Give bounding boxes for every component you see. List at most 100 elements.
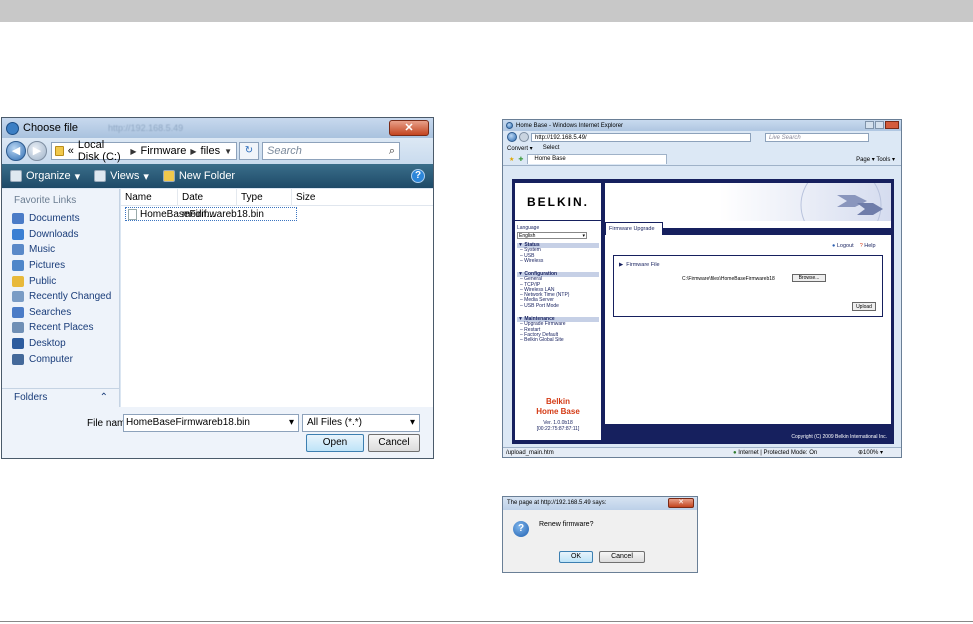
sidebar-item-label: Searches (29, 306, 72, 318)
sidebar-item-searches[interactable]: Searches (2, 305, 119, 321)
new-folder-button[interactable]: New Folder (162, 170, 235, 182)
file-name-value: HomeBaseFirmwareb18.bin (126, 417, 250, 428)
chevron-up-icon[interactable]: ⌃ (100, 392, 108, 403)
cancel-button[interactable]: Cancel (599, 551, 645, 563)
forward-button[interactable]: ▶ (27, 141, 47, 161)
maximize-button[interactable] (875, 121, 884, 129)
brand-line-1: Belkin (545, 397, 570, 406)
column-type[interactable]: Type (237, 188, 292, 206)
help-link[interactable]: ? Help (860, 243, 876, 249)
views-button[interactable]: Views ▾ (94, 170, 149, 183)
refresh-icon[interactable]: ↻ (239, 142, 259, 160)
views-label: Views (110, 170, 140, 182)
cancel-button[interactable]: Cancel (368, 434, 420, 452)
language-select[interactable]: English ▾ (517, 232, 587, 239)
chevron-down-icon[interactable]: ▾ (410, 415, 415, 431)
file-name-field[interactable]: HomeBaseFirmwareb18.bin ▾ (123, 414, 299, 432)
back-button[interactable]: ◀ (6, 141, 26, 161)
convert-button[interactable]: Convert ▾ (507, 145, 533, 152)
dialog-title-bar: Choose file http://192.168.5.49 (2, 118, 433, 138)
add-favorite-icon[interactable]: ✚ (518, 156, 523, 163)
sidebar-item-music[interactable]: Music (2, 242, 119, 258)
searches-icon (12, 306, 24, 318)
chevron-down-icon[interactable]: ▾ (289, 415, 294, 431)
sidebar-item-pictures[interactable]: Pictures (2, 258, 119, 274)
sidebar-item-label: Downloads (29, 228, 79, 240)
recently-changed-icon (12, 291, 24, 303)
favorites-star-icon[interactable]: ★ (509, 156, 514, 163)
sidebar-item-documents[interactable]: Documents (2, 211, 119, 227)
sidebar-item-recent-places[interactable]: Recent Places (2, 320, 119, 336)
logout-label: Logout (836, 243, 854, 249)
views-icon (94, 170, 107, 182)
list-item[interactable]: HomeBaseFirmwareb18.bin (125, 207, 297, 221)
tab-home-base[interactable]: Home Base (527, 154, 668, 164)
organize-icon (10, 170, 22, 182)
file-type-select[interactable]: All Files (*.*) ▾ (302, 414, 420, 432)
menu-item-belkin-global-site[interactable]: – Belkin Global Site (517, 337, 599, 343)
chevron-down-icon[interactable]: ▾ (582, 233, 585, 239)
chevron-right-icon[interactable]: ▶ (130, 147, 136, 156)
zoom-value: 100% (863, 450, 879, 456)
close-button[interactable]: ✕ (668, 498, 694, 508)
sidebar-item-desktop[interactable]: Desktop (2, 336, 119, 352)
zoom-control[interactable]: ⊕100% ▾ (858, 448, 883, 457)
minimize-button[interactable] (865, 121, 874, 129)
select-button[interactable]: Select (543, 145, 560, 151)
url-input[interactable]: http://192.168.5.49/ (531, 132, 751, 142)
close-button[interactable] (885, 121, 899, 129)
logout-link[interactable]: ● Logout (832, 243, 854, 249)
folders-toggle[interactable]: Folders ⌃ (2, 388, 120, 406)
open-button[interactable]: Open (306, 434, 364, 452)
close-button[interactable]: ✕ (389, 120, 429, 136)
live-search-input[interactable]: Live Search (765, 132, 869, 142)
status-url: /upload_main.htm (506, 450, 554, 456)
help-label: Help (864, 243, 876, 249)
forward-button[interactable] (519, 132, 529, 142)
toolbar: Organize ▾ Views ▾ New Folder ? (2, 164, 433, 188)
browse-button[interactable]: Browse... (792, 274, 826, 282)
help-icon: ? (859, 243, 863, 249)
tab-firmware-upgrade[interactable]: Firmware Upgrade (605, 222, 663, 235)
menu-item-wireless[interactable]: – Wireless (517, 257, 599, 264)
chevron-right-icon[interactable]: ▶ (190, 147, 196, 156)
breadcrumb-item-local-disk[interactable]: Local Disk (C:) (78, 139, 127, 163)
music-icon (12, 244, 24, 256)
menu-item-label: Wireless (524, 257, 544, 264)
search-input[interactable]: Search ⌕ (262, 142, 400, 160)
sidebar-item-computer[interactable]: Computer (2, 351, 119, 367)
breadcrumb[interactable]: « Local Disk (C:) ▶ Firmware ▶ files ▼ (51, 139, 237, 163)
confirm-message: Renew firmware? (539, 521, 594, 528)
blurred-url: http://192.168.5.49 (108, 123, 184, 133)
ok-button[interactable]: OK (559, 551, 593, 563)
sidebar-item-label: Recently Changed (29, 291, 112, 303)
help-icon[interactable]: ? (411, 169, 425, 183)
search-icon[interactable]: ⌕ (389, 145, 395, 158)
downloads-icon (12, 228, 24, 240)
organize-label: Organize (26, 170, 71, 182)
breadcrumb-overflow[interactable]: « (68, 145, 74, 157)
page-tools-menu[interactable]: Page ▾ Tools ▾ (856, 156, 895, 163)
column-size[interactable]: Size (292, 189, 347, 206)
confirm-dialog: The page at http://192.168.5.49 says: ✕ … (502, 496, 698, 573)
back-button[interactable] (507, 132, 517, 142)
firmware-path-field[interactable]: C:\Firmware\files\HomeBaseFirmwareb18 (682, 276, 775, 282)
header-bar (0, 0, 973, 22)
sidebar-item-downloads[interactable]: Downloads (2, 227, 119, 243)
menu-item-usb-port-mode[interactable]: – USB Port Mode (517, 303, 599, 309)
upload-button[interactable]: Upload (852, 302, 876, 311)
breadcrumb-item-firmware[interactable]: Firmware (141, 145, 187, 157)
search-placeholder: Search (267, 145, 302, 157)
banner-graphic (605, 164, 891, 246)
folders-label: Folders (14, 392, 48, 403)
column-name[interactable]: Name (121, 188, 178, 206)
sidebar-item-public[interactable]: Public (2, 273, 119, 289)
organize-button[interactable]: Organize ▾ (10, 170, 80, 183)
file-name: HomeBaseFirmwareb18.bin (140, 208, 264, 220)
sidebar-item-label: Pictures (29, 260, 66, 272)
sidebar-item-recently-changed[interactable]: Recently Changed (2, 289, 119, 305)
column-date-modified[interactable]: Date modif... (178, 188, 237, 220)
browser-title-bar: Home Base - Windows Internet Explorer (503, 120, 901, 131)
chevron-down-icon[interactable]: ▼ (224, 147, 232, 156)
breadcrumb-item-files[interactable]: files (201, 145, 221, 157)
